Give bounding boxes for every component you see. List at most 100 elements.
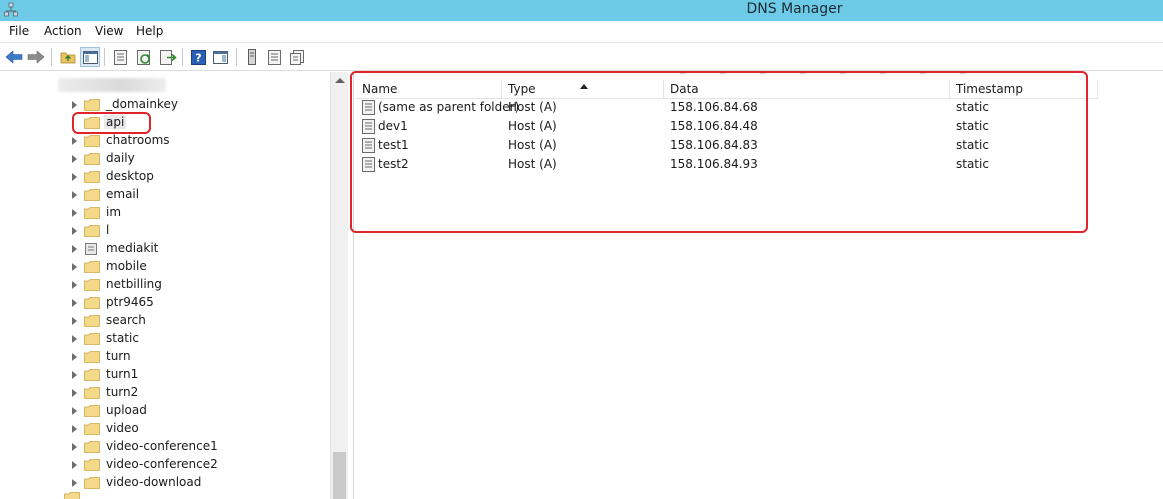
refresh-icon[interactable] — [134, 47, 154, 67]
tree-item-label: video-download — [106, 475, 202, 489]
tree-item[interactable]: static — [0, 330, 330, 348]
tree-item[interactable]: mobile — [0, 258, 330, 276]
folder-icon — [84, 351, 100, 363]
expand-arrow-icon[interactable] — [72, 353, 77, 361]
folder-icon — [84, 333, 100, 345]
tree-item[interactable]: turn1 — [0, 366, 330, 384]
tree-item-label: video-conference2 — [106, 457, 218, 471]
menu-action[interactable]: Action — [44, 24, 82, 38]
tree-item[interactable]: turn2 — [0, 384, 330, 402]
folder-icon — [84, 153, 100, 165]
tree-item-label: l — [106, 223, 110, 237]
tree-item-label: email — [106, 187, 140, 201]
tree-item[interactable]: l — [0, 222, 330, 240]
folder-icon — [84, 225, 100, 237]
expand-arrow-icon[interactable] — [72, 209, 77, 217]
tree-item-label: turn1 — [106, 367, 139, 381]
properties-icon[interactable] — [110, 47, 130, 67]
menu-file[interactable]: File — [9, 24, 29, 38]
tree-item-label: video-conference1 — [106, 439, 218, 453]
highlight-records-box — [350, 71, 1088, 233]
folder-icon — [84, 171, 100, 183]
tree-item[interactable]: video-conference2 — [0, 456, 330, 474]
expand-arrow-icon[interactable] — [72, 263, 77, 271]
tree-item[interactable]: search — [0, 312, 330, 330]
tree-item-label: daily — [106, 151, 135, 165]
tree-item[interactable]: turn — [0, 348, 330, 366]
tree-item[interactable]: video-conference1 — [0, 438, 330, 456]
help-icon[interactable]: ? — [188, 47, 208, 67]
folder-icon — [84, 477, 100, 489]
expand-arrow-icon[interactable] — [72, 101, 77, 109]
tree-item[interactable]: netbilling — [0, 276, 330, 294]
expand-arrow-icon[interactable] — [72, 155, 77, 163]
toolbar: ? — [0, 43, 1163, 71]
expand-arrow-icon[interactable] — [72, 299, 77, 307]
expand-arrow-icon[interactable] — [72, 479, 77, 487]
expand-arrow-icon[interactable] — [72, 227, 77, 235]
tree-item[interactable]: email — [0, 186, 330, 204]
expand-arrow-icon[interactable] — [72, 425, 77, 433]
tree-item[interactable]: chatrooms — [0, 132, 330, 150]
tree-item[interactable]: im — [0, 204, 330, 222]
zone-icon[interactable] — [264, 47, 284, 67]
tree-item[interactable]: upload — [0, 402, 330, 420]
expand-arrow-icon[interactable] — [72, 245, 77, 253]
tree-item[interactable]: video-download — [0, 474, 330, 492]
folder-icon — [84, 261, 100, 273]
expand-arrow-icon[interactable] — [72, 443, 77, 451]
folder-icon — [84, 297, 100, 309]
forward-icon[interactable] — [26, 47, 46, 67]
tree-item[interactable]: ptr9465 — [0, 294, 330, 312]
tree-item-label: im — [106, 205, 122, 219]
expand-arrow-icon[interactable] — [72, 281, 77, 289]
back-icon[interactable] — [4, 47, 24, 67]
records-icon[interactable] — [287, 47, 307, 67]
tree-item-label: _domainkey — [106, 97, 178, 111]
folder-icon — [84, 279, 100, 291]
tree-item[interactable]: api — [0, 114, 330, 132]
tree-item[interactable]: video — [0, 420, 330, 438]
expand-arrow-icon[interactable] — [72, 191, 77, 199]
expand-arrow-icon[interactable] — [72, 137, 77, 145]
export-list-icon[interactable] — [158, 47, 178, 67]
tree-item-label: video — [106, 421, 139, 435]
tree-item-label: chatrooms — [106, 133, 170, 147]
expand-arrow-icon[interactable] — [72, 389, 77, 397]
menu-view[interactable]: View — [95, 24, 123, 38]
folder-icon — [84, 423, 100, 435]
tree-item-label: turn — [106, 349, 131, 363]
scroll-thumb[interactable] — [333, 452, 346, 499]
folder-icon — [84, 459, 100, 471]
folder-icon — [84, 405, 100, 417]
expand-arrow-icon[interactable] — [72, 317, 77, 325]
tree-item[interactable]: daily — [0, 150, 330, 168]
show-hide-tree-icon[interactable] — [80, 47, 100, 67]
folder-icon — [84, 387, 100, 399]
tree-item-label: static — [106, 331, 139, 345]
tree-scrollbar[interactable] — [330, 72, 348, 499]
expand-arrow-icon[interactable] — [72, 173, 77, 181]
tree-item-label: netbilling — [106, 277, 162, 291]
tree-item-label: ptr9465 — [106, 295, 154, 309]
toolbar-separator — [51, 48, 52, 66]
expand-arrow-icon[interactable] — [72, 461, 77, 469]
server-icon[interactable] — [242, 47, 262, 67]
tree-item[interactable]: mediakit — [0, 240, 330, 258]
menu-help[interactable]: Help — [136, 24, 163, 38]
folder-icon — [84, 315, 100, 327]
highlight-api-box — [72, 112, 151, 134]
expand-arrow-icon[interactable] — [72, 335, 77, 343]
expand-arrow-icon[interactable] — [72, 407, 77, 415]
tree-item[interactable]: _domainkey — [0, 96, 330, 114]
up-folder-icon[interactable] — [58, 47, 78, 67]
folder-icon — [84, 189, 100, 201]
zone-name-redacted — [58, 78, 166, 92]
scroll-up-arrow-icon[interactable] — [335, 78, 345, 83]
expand-arrow-icon[interactable] — [72, 371, 77, 379]
delegation-icon — [85, 243, 97, 255]
tree-item-label: turn2 — [106, 385, 139, 399]
show-hide-action-pane-icon[interactable] — [210, 47, 230, 67]
tree-item[interactable]: desktop — [0, 168, 330, 186]
tree-item-label: desktop — [106, 169, 154, 183]
